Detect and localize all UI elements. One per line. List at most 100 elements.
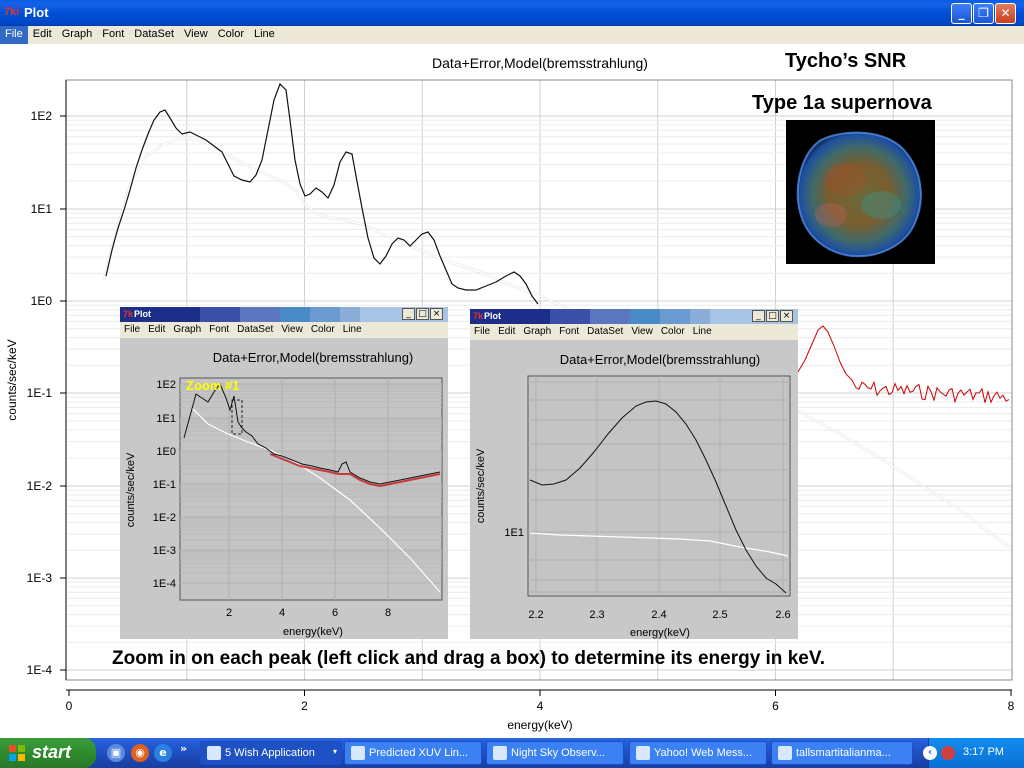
zoom-window-1-titlebar[interactable]: 7k Plot _ □ ×: [120, 307, 448, 322]
menu-edit[interactable]: Edit: [144, 322, 169, 335]
show-desktop-icon[interactable]: ▣: [107, 744, 125, 762]
network-icon[interactable]: [941, 746, 955, 760]
minimize-button[interactable]: _: [402, 308, 415, 320]
menu-dataset[interactable]: DataSet: [583, 324, 627, 337]
firefox-icon[interactable]: ◉: [131, 744, 149, 762]
zoom-1-plot-title: Data+Error,Model(bremsstrahlung): [213, 350, 414, 365]
y-tick-label: 1E-2: [27, 479, 53, 493]
zoom-2-x-label: energy(keV): [630, 627, 690, 639]
y-tick-label: 1E-2: [153, 512, 176, 524]
taskbar-item-label: Yahoo! Web Mess...: [654, 747, 753, 759]
zoom-label: Zoom #1: [186, 378, 240, 393]
wish-app-icon: [207, 746, 221, 760]
menu-line[interactable]: Line: [689, 324, 716, 337]
quicklaunch-overflow-icon[interactable]: »: [180, 742, 187, 755]
menu-color[interactable]: Color: [213, 26, 249, 44]
zoom-1-y-label: counts/sec/keV: [125, 452, 137, 527]
zoom-window-2-plot[interactable]: Data+Error,Model(bremsstrahlung) 1E1 2.2…: [470, 340, 798, 639]
start-label: start: [32, 742, 72, 762]
menu-dataset[interactable]: DataSet: [129, 26, 179, 44]
tycho-snr-image: [786, 120, 935, 264]
menu-graph[interactable]: Graph: [519, 324, 555, 337]
y-tick-label: 1E-3: [153, 545, 176, 557]
y-tick-label: 1E0: [31, 294, 53, 308]
menu-edit[interactable]: Edit: [494, 324, 519, 337]
taskbar-item-label: tallsmartitalianma...: [796, 747, 891, 759]
y-tick-label: 1E-1: [153, 479, 176, 491]
y-tick-label: 1E-3: [27, 571, 53, 585]
close-button[interactable]: ✕: [995, 3, 1016, 24]
taskbar-item-predicted-xuv[interactable]: Predicted XUV Lin...: [344, 741, 482, 765]
window-titlebar[interactable]: 7ki Plot _ ❐ ✕: [0, 0, 1024, 26]
menu-line[interactable]: Line: [249, 26, 280, 44]
main-y-label: counts/sec/keV: [5, 339, 19, 420]
taskbar-item-label: 5 Wish Application: [225, 747, 315, 759]
browser-icon: [351, 746, 365, 760]
restore-button[interactable]: ❐: [973, 3, 994, 24]
zoom-window-1-title: Plot: [134, 309, 151, 319]
menu-graph[interactable]: Graph: [57, 26, 98, 44]
system-tray: ‹ 3:17 PM: [923, 738, 1024, 768]
x-tick-label: 8: [1008, 699, 1015, 713]
browser-icon: [636, 746, 650, 760]
taskbar-item-night-sky[interactable]: Night Sky Observ...: [486, 741, 624, 765]
x-tick-label: 2: [226, 607, 232, 619]
close-button[interactable]: ×: [430, 308, 443, 320]
menu-view[interactable]: View: [277, 322, 307, 335]
chevron-down-icon: ▾: [332, 747, 337, 756]
menu-view[interactable]: View: [179, 26, 213, 44]
x-tick-label: 0: [66, 699, 73, 713]
x-tick-label: 2.4: [651, 609, 666, 621]
menu-line[interactable]: Line: [339, 322, 366, 335]
menu-color[interactable]: Color: [307, 322, 339, 335]
zoom-window-1[interactable]: 7k Plot _ □ × File Edit Graph Font DataSet Vi…: [120, 307, 448, 639]
internet-explorer-icon[interactable]: e: [154, 744, 172, 762]
x-tick-label: 2.2: [528, 609, 543, 621]
menu-file[interactable]: File: [0, 26, 28, 44]
menu-font[interactable]: Font: [205, 322, 233, 335]
menu-font[interactable]: Font: [97, 26, 129, 44]
taskbar-item-tallsmart[interactable]: tallsmartitalianma...: [771, 741, 913, 765]
zoom-window-2-title: Plot: [484, 311, 501, 321]
zoom-window-2-titlebar[interactable]: 7k Plot _ □ ×: [470, 309, 798, 324]
taskbar-item-label: Night Sky Observ...: [511, 747, 605, 759]
y-tick-label: 1E1: [504, 527, 524, 539]
restore-button[interactable]: □: [766, 310, 779, 322]
menu-file[interactable]: File: [120, 322, 144, 335]
zoom-window-2[interactable]: 7k Plot _ □ × File Edit Graph Font DataSet Vi…: [470, 309, 798, 639]
zoom-2-plot-title: Data+Error,Model(bremsstrahlung): [560, 352, 761, 367]
taskbar-clock[interactable]: 3:17 PM: [963, 746, 1004, 758]
menu-view[interactable]: View: [627, 324, 657, 337]
main-x-label: energy(keV): [507, 718, 572, 732]
close-button[interactable]: ×: [780, 310, 793, 322]
taskbar-item-wish[interactable]: 5 Wish Application ▾: [200, 741, 342, 765]
menu-edit[interactable]: Edit: [28, 26, 57, 44]
zoom-window-1-plot[interactable]: Data+Error,Model(bremsstrahlung) 1E2 1E1 1…: [120, 338, 448, 639]
x-tick-label: 2.6: [775, 609, 790, 621]
y-tick-label: 1E-4: [27, 663, 53, 677]
menu-font[interactable]: Font: [555, 324, 583, 337]
menubar: File Edit Graph Font DataSet View Color Line: [0, 26, 1024, 44]
menu-graph[interactable]: Graph: [169, 322, 205, 335]
x-tick-label: 2: [301, 699, 308, 713]
snr-title: Tycho’s SNR: [785, 50, 907, 72]
zoom-window-1-menubar: File Edit Graph Font DataSet View Color Line: [120, 322, 448, 338]
browser-icon: [778, 746, 792, 760]
x-tick-label: 2.3: [589, 609, 604, 621]
menu-dataset[interactable]: DataSet: [233, 322, 277, 335]
x-tick-label: 6: [332, 607, 338, 619]
menu-color[interactable]: Color: [657, 324, 689, 337]
tray-expand-icon[interactable]: ‹: [923, 746, 937, 760]
zoom-2-y-label: counts/sec/keV: [475, 448, 487, 523]
taskbar-item-yahoo[interactable]: Yahoo! Web Mess...: [629, 741, 767, 765]
snr-subtitle: Type 1a supernova: [752, 92, 932, 114]
start-button[interactable]: start: [0, 738, 96, 768]
restore-button[interactable]: □: [416, 308, 429, 320]
tk-app-icon: 7ki: [4, 6, 20, 18]
instruction-caption: Zoom in on each peak (left click and dra…: [112, 648, 826, 669]
menu-file[interactable]: File: [470, 324, 494, 337]
minimize-button[interactable]: _: [752, 310, 765, 322]
minimize-button[interactable]: _: [951, 3, 972, 24]
data-curve-left: [105, 82, 539, 305]
taskbar: start ▣ ◉ e » 5 Wish Application ▾ Predi…: [0, 738, 1024, 768]
